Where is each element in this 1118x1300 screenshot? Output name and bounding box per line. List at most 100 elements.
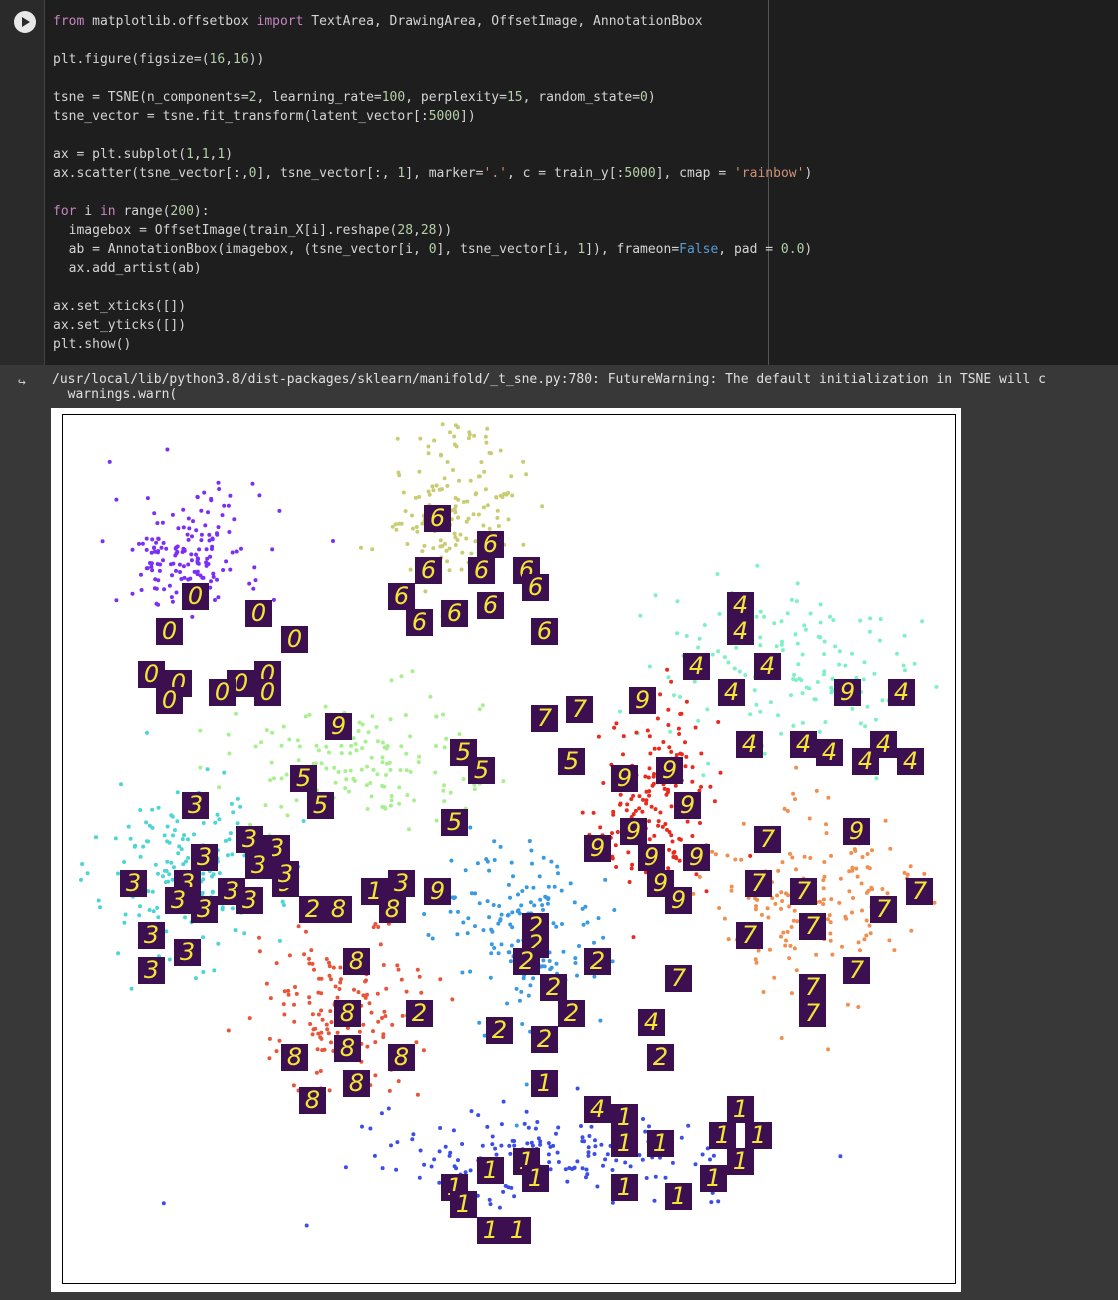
digit-image-annotation: 6 [477,531,504,558]
data-point [789,597,794,602]
data-point [796,662,801,667]
data-point [238,804,243,809]
digit-image-annotation: 3 [272,861,299,888]
data-point [794,765,799,770]
data-point [795,581,800,586]
data-point [320,1048,325,1053]
data-point [415,529,420,534]
data-point [413,495,418,500]
data-point [382,805,387,810]
data-point [382,784,387,789]
data-point [700,1152,705,1157]
data-point [426,933,431,937]
data-point [476,1113,481,1118]
data-point [867,923,872,928]
data-point [646,775,651,780]
data-point [498,917,503,922]
data-point [140,541,145,546]
data-point [230,852,235,857]
data-point [637,806,642,811]
data-point [189,552,194,557]
code-line: ab = AnnotationBbox(imagebox, (tsne_vect… [53,240,813,259]
data-point [902,633,907,638]
data-point [549,859,554,864]
code-line: ax.set_yticks([]) [53,316,812,335]
data-point [417,1175,422,1180]
data-point [268,996,273,1001]
data-point [212,968,217,973]
data-point [504,492,509,497]
data-point [370,714,375,719]
data-point [198,765,203,770]
data-point [669,679,674,684]
data-point [165,859,170,864]
data-point [461,777,466,781]
data-point [657,746,661,751]
data-point [247,1016,252,1021]
data-point [469,1109,474,1114]
data-point [194,528,199,533]
data-point [333,984,338,989]
code-editor[interactable]: from matplotlib.offsetbox import TextAre… [44,0,1118,365]
data-point [697,636,702,641]
data-point [477,901,482,906]
digit-image-annotation: 2 [540,974,567,1001]
data-point [652,833,657,838]
data-point [628,1164,633,1169]
code-cell[interactable]: from matplotlib.offsetbox import TextAre… [0,0,1118,365]
code-token: imagebox = OffsetImage(train_X[i].reshap… [53,223,398,238]
data-point [315,1047,320,1052]
data-point [660,824,665,829]
digit-image-annotation: 1 [611,1104,638,1131]
data-point [404,768,409,773]
data-point [520,1022,525,1026]
data-point [870,848,874,853]
data-point [169,562,173,567]
digit-image-annotation: 8 [343,948,370,975]
data-point [792,946,797,951]
code-line: for i in range(200): [53,202,812,221]
data-point [208,554,213,559]
data-point [434,744,438,748]
data-point [476,512,481,517]
data-point [146,839,151,844]
data-point [452,896,456,901]
tsne-scatter-figure: 6666666666600000000000999999999999999444… [51,408,961,1292]
data-point [434,483,439,488]
code-token: plt.figure(figsize=( [53,52,210,67]
data-point [381,1035,386,1040]
data-point [215,531,219,536]
data-point [451,1128,456,1133]
data-point [169,595,174,600]
data-point [526,1125,531,1130]
digit-image-annotation: 5 [468,757,495,784]
data-point [497,904,502,908]
data-point [138,904,142,909]
data-point [520,889,525,893]
data-point [279,776,284,781]
output-arrow-icon[interactable]: ↪ [18,375,34,391]
data-point [447,568,452,573]
data-point [279,804,284,809]
data-point [781,930,786,935]
data-point [572,900,577,905]
data-point [368,1126,373,1131]
data-point [630,862,635,867]
digit-image-annotation: 2 [558,1000,585,1027]
data-point [417,469,422,474]
data-point [482,505,486,510]
data-point [506,912,511,917]
data-point [316,1031,321,1036]
data-point [611,809,616,814]
data-point [481,523,486,528]
data-point [107,459,112,464]
data-point [172,865,176,870]
data-point [339,743,344,748]
data-point [181,525,186,530]
data-point [821,886,826,891]
data-point [312,967,316,972]
data-point [150,537,155,542]
run-cell-button[interactable] [14,11,36,33]
data-point [144,820,149,825]
